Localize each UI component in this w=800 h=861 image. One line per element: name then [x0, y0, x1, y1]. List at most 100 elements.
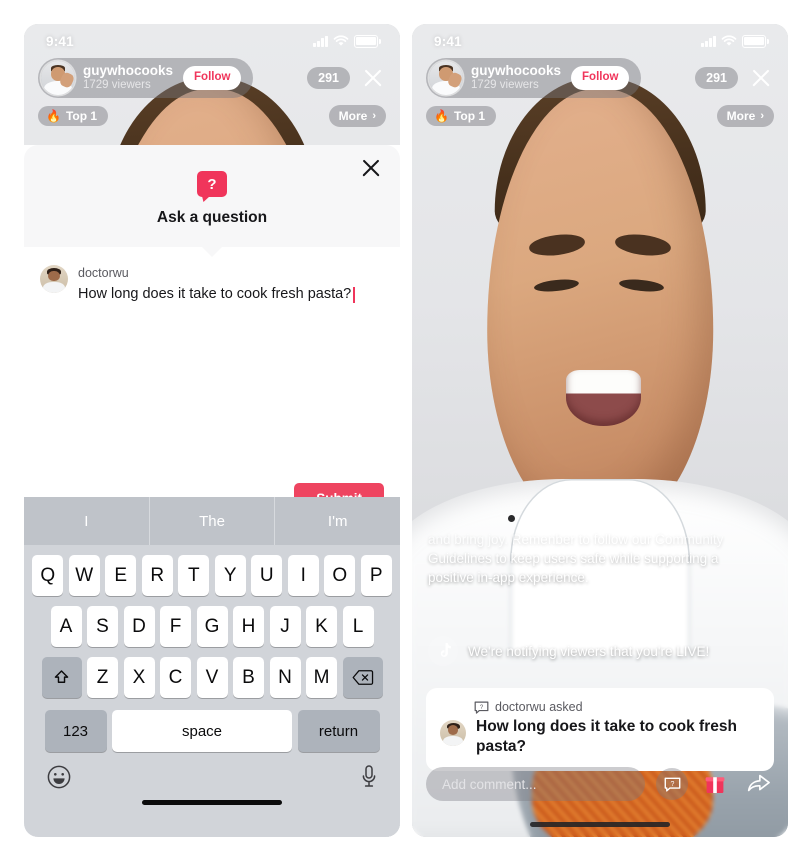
- broadcaster-pill[interactable]: guywhocooks 1729 viewers Follow: [426, 58, 642, 98]
- key-i[interactable]: I: [287, 555, 319, 596]
- battery-icon: [354, 34, 381, 48]
- page-title: Ask a question: [156, 209, 268, 226]
- key-c[interactable]: C: [160, 657, 191, 698]
- more-label: More: [726, 109, 756, 123]
- chevron-right-icon: ›: [760, 109, 764, 122]
- cellular-bars-icon: [313, 35, 328, 47]
- follow-button[interactable]: Follow: [571, 66, 630, 90]
- key-q[interactable]: Q: [32, 555, 64, 596]
- key-e[interactable]: E: [105, 555, 137, 596]
- phone-left: 9:41 guywhocooks 1729 viewers Follow 291…: [24, 24, 400, 837]
- question-bubble-icon[interactable]: ?: [656, 768, 688, 800]
- avatar: [440, 720, 466, 746]
- question-bubble-icon: ?: [474, 701, 489, 714]
- gift-icon[interactable]: [699, 768, 731, 800]
- avatar: [40, 265, 68, 293]
- system-message-line-3: positive in-app experience.: [428, 570, 589, 586]
- close-icon[interactable]: [360, 157, 382, 179]
- key-m[interactable]: M: [306, 657, 337, 698]
- prediction-0[interactable]: I: [24, 497, 149, 545]
- phone-right: 9:41 guywhocooks 1729 viewers Follow 291…: [412, 24, 788, 837]
- key-g[interactable]: G: [196, 606, 228, 647]
- chevron-right-icon: ›: [372, 109, 376, 122]
- key-k[interactable]: K: [306, 606, 337, 647]
- prediction-bar: I The I'm: [24, 497, 400, 545]
- flame-icon: 🔥: [434, 109, 449, 123]
- status-bar: 9:41: [412, 24, 788, 58]
- virtual-keyboard: I The I'm Q W E R T Y U I O P A S D F G …: [24, 497, 400, 837]
- question-asked-by: doctorwu asked: [495, 700, 583, 714]
- more-button[interactable]: More ›: [328, 105, 386, 127]
- wifi-icon: [721, 35, 737, 46]
- status-bar: 9:41: [24, 24, 400, 58]
- rank-label: Top 1: [65, 109, 98, 123]
- broadcaster-pill[interactable]: guywhocooks 1729 viewers Follow: [38, 58, 254, 98]
- smiley-icon[interactable]: [46, 764, 72, 790]
- shift-arrow-icon[interactable]: [41, 657, 82, 698]
- close-icon[interactable]: [360, 65, 386, 91]
- comment-input[interactable]: Add comment...: [426, 767, 645, 801]
- rank-badge[interactable]: 🔥 Top 1: [426, 106, 497, 126]
- cellular-bars-icon: [701, 35, 716, 47]
- key-p[interactable]: P: [360, 555, 392, 596]
- numbers-key[interactable]: 123: [44, 710, 107, 752]
- backspace-icon[interactable]: [342, 657, 383, 698]
- flame-icon: 🔥: [46, 109, 61, 123]
- question-text: How long does it take to cook fresh past…: [476, 718, 737, 756]
- prediction-2[interactable]: I'm: [274, 497, 400, 545]
- system-message-line-1: and bring joy. Remenber to follow our Co…: [428, 532, 724, 547]
- live-count-badge[interactable]: 291: [695, 66, 738, 90]
- status-time: 9:41: [434, 33, 462, 49]
- svg-text:?: ?: [480, 704, 484, 710]
- broadcaster-username: guywhocooks: [83, 63, 174, 79]
- viewer-count: 1729 viewers: [83, 79, 151, 92]
- key-o[interactable]: O: [324, 555, 356, 596]
- key-l[interactable]: L: [342, 606, 374, 647]
- prediction-1[interactable]: The: [148, 497, 275, 545]
- status-time: 9:41: [46, 33, 74, 49]
- key-y[interactable]: Y: [214, 555, 246, 596]
- key-u[interactable]: U: [251, 555, 283, 596]
- key-t[interactable]: T: [178, 555, 210, 596]
- space-key[interactable]: space: [112, 710, 292, 752]
- key-f[interactable]: F: [160, 606, 191, 647]
- rank-badge[interactable]: 🔥 Top 1: [38, 106, 109, 126]
- live-notice-row: We're notifying viewers that you're LIVE…: [428, 636, 766, 666]
- key-a[interactable]: A: [50, 606, 82, 647]
- battery-icon: [742, 34, 769, 48]
- key-h[interactable]: H: [233, 606, 264, 647]
- live-header: guywhocooks 1729 viewers Follow 291 🔥 To…: [24, 58, 400, 127]
- share-arrow-icon[interactable]: [742, 768, 774, 800]
- home-indicator: [530, 822, 670, 827]
- rank-label: Top 1: [453, 109, 486, 123]
- broadcaster-username: guywhocooks: [471, 63, 562, 79]
- question-bubble-icon: ?: [197, 171, 227, 197]
- home-indicator: [142, 800, 282, 805]
- key-b[interactable]: B: [233, 657, 264, 698]
- microphone-icon[interactable]: [360, 764, 378, 790]
- key-d[interactable]: D: [123, 606, 155, 647]
- key-w[interactable]: W: [68, 555, 100, 596]
- chef-face: [487, 89, 713, 529]
- key-x[interactable]: X: [123, 657, 155, 698]
- key-j[interactable]: J: [269, 606, 301, 647]
- more-button[interactable]: More ›: [716, 105, 774, 127]
- question-mark-glyph: ?: [207, 175, 217, 193]
- key-v[interactable]: V: [196, 657, 228, 698]
- viewer-count: 1729 viewers: [471, 79, 539, 92]
- return-key[interactable]: return: [297, 710, 380, 752]
- question-input[interactable]: How long does it take to cook fresh past…: [78, 285, 384, 305]
- live-count-badge[interactable]: 291: [307, 66, 350, 90]
- ask-question-sheet: ? Ask a question doctorwu How long does …: [24, 145, 400, 837]
- tiktok-note-icon: [428, 636, 458, 666]
- question-card[interactable]: ? doctorwu asked How long does it take t…: [426, 688, 774, 772]
- key-r[interactable]: R: [141, 555, 173, 596]
- close-icon[interactable]: [748, 65, 774, 91]
- key-z[interactable]: Z: [87, 657, 118, 698]
- key-n[interactable]: N: [269, 657, 301, 698]
- compose-author: doctorwu: [78, 266, 129, 280]
- comment-bar: Add comment... ?: [426, 767, 774, 801]
- follow-button[interactable]: Follow: [183, 66, 242, 90]
- ask-question-sheet-header: ? Ask a question: [24, 145, 400, 257]
- key-s[interactable]: S: [87, 606, 118, 647]
